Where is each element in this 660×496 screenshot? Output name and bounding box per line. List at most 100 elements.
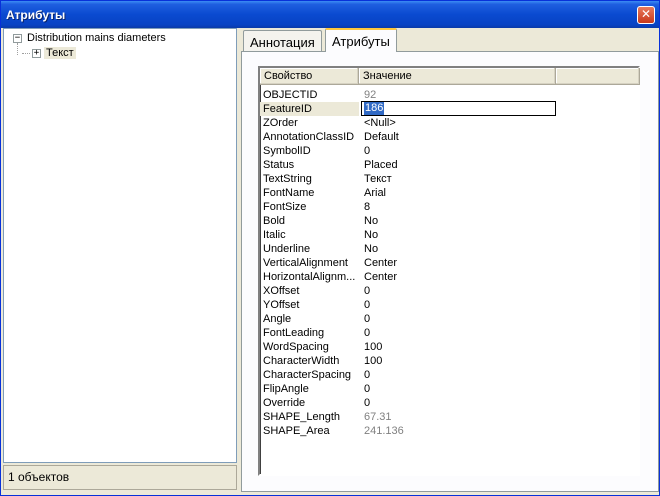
table-row[interactable]: CharacterSpacing 0: [260, 368, 640, 382]
attributes-panel: Свойство Значение OBJECTID 92 FeatureID 186…: [241, 51, 659, 492]
property-name: SHAPE_Area: [263, 425, 330, 437]
table-row[interactable]: Underline No: [260, 242, 640, 256]
property-value[interactable]: Default: [364, 130, 399, 144]
grid-header: Свойство Значение: [260, 68, 640, 85]
property-name: Italic: [263, 229, 286, 241]
property-name: Status: [263, 159, 295, 171]
column-header-value[interactable]: Значение: [359, 68, 556, 85]
property-value[interactable]: 8: [364, 200, 370, 214]
table-row[interactable]: AnnotationClassID Default: [260, 130, 640, 144]
table-row[interactable]: Status Placed: [260, 158, 640, 172]
property-value[interactable]: 241.136: [364, 424, 404, 438]
property-value[interactable]: 0: [364, 312, 370, 326]
property-value[interactable]: 0: [364, 396, 370, 410]
property-value[interactable]: No: [364, 242, 378, 256]
tab-container: Аннотация Атрибуты Свойство Значение OBJ…: [241, 28, 659, 492]
tree-item-label: Текст: [44, 47, 76, 59]
property-name: CharacterSpacing: [263, 369, 352, 381]
property-value[interactable]: 0: [364, 368, 370, 382]
collapse-icon[interactable]: −: [13, 34, 22, 43]
property-name: HorizontalAlignm...: [263, 271, 356, 283]
property-name: WordSpacing: [263, 341, 329, 353]
table-row[interactable]: FontSize 8: [260, 200, 640, 214]
table-row[interactable]: FontName Arial: [260, 186, 640, 200]
attributes-window: Атрибуты ✕ − Distribution mains diameter…: [0, 0, 660, 496]
property-value[interactable]: No: [364, 228, 378, 242]
feature-tree[interactable]: − Distribution mains diameters + Текст: [3, 28, 237, 463]
tree-item-text[interactable]: Текст: [44, 45, 76, 61]
table-row[interactable]: SHAPE_Area 241.136: [260, 424, 640, 438]
table-row[interactable]: SymbolID 0: [260, 144, 640, 158]
property-value[interactable]: Текст: [364, 172, 392, 186]
table-row[interactable]: WordSpacing 100: [260, 340, 640, 354]
property-value[interactable]: 0: [364, 382, 370, 396]
property-value[interactable]: 92: [364, 88, 376, 102]
property-name: FontName: [263, 187, 315, 199]
property-name: Override: [263, 397, 306, 409]
property-value[interactable]: 100: [364, 354, 382, 368]
property-name: YOffset: [263, 299, 300, 311]
table-row[interactable]: ZOrder <Null>: [260, 116, 640, 130]
close-icon: ✕: [640, 7, 652, 21]
property-value[interactable]: 0: [364, 298, 370, 312]
table-row[interactable]: FlipAngle 0: [260, 382, 640, 396]
tree-item-label: Distribution mains diameters: [27, 32, 166, 44]
property-name: FontSize: [263, 201, 307, 213]
property-value[interactable]: 0: [364, 284, 370, 298]
table-row[interactable]: Angle 0: [260, 312, 640, 326]
table-row[interactable]: CharacterWidth 100: [260, 354, 640, 368]
value-edit-field[interactable]: 186: [361, 101, 556, 116]
property-name: ZOrder: [263, 117, 298, 129]
property-value[interactable]: Placed: [364, 158, 398, 172]
object-count: 1 объектов: [8, 470, 70, 484]
tree-connector: [22, 53, 30, 54]
table-row[interactable]: Bold No: [260, 214, 640, 228]
property-value[interactable]: Center: [364, 270, 397, 284]
property-name: FeatureID: [263, 103, 312, 115]
property-name: FontLeading: [263, 327, 325, 339]
property-name: TextString: [263, 173, 312, 185]
table-row[interactable]: FontLeading 0: [260, 326, 640, 340]
attribute-grid[interactable]: Свойство Значение OBJECTID 92 FeatureID 186…: [258, 66, 640, 476]
table-row[interactable]: TextString Текст: [260, 172, 640, 186]
expand-icon[interactable]: +: [32, 49, 41, 58]
property-name: SymbolID: [263, 145, 311, 157]
table-row[interactable]: SHAPE_Length 67.31: [260, 410, 640, 424]
property-name: XOffset: [263, 285, 300, 297]
window-title: Атрибуты: [6, 8, 66, 22]
property-name: AnnotationClassID: [263, 131, 355, 143]
property-name: Underline: [263, 243, 311, 255]
table-row[interactable]: Override 0: [260, 396, 640, 410]
property-value[interactable]: No: [364, 214, 378, 228]
table-row[interactable]: VerticalAlignment Center: [260, 256, 640, 270]
table-row[interactable]: HorizontalAlignm... Center: [260, 270, 640, 284]
table-row[interactable]: XOffset 0: [260, 284, 640, 298]
property-value[interactable]: 0: [364, 326, 370, 340]
tab-attributes[interactable]: Атрибуты: [325, 28, 397, 52]
tree-item-layer[interactable]: Distribution mains diameters: [27, 30, 166, 46]
property-name: SHAPE_Length: [263, 411, 341, 423]
property-value[interactable]: 100: [364, 340, 382, 354]
tab-annotation[interactable]: Аннотация: [243, 30, 322, 52]
property-name: Angle: [263, 313, 292, 325]
column-header-filler: [556, 68, 640, 85]
property-name: VerticalAlignment: [263, 257, 348, 269]
table-row[interactable]: YOffset 0: [260, 298, 640, 312]
property-value[interactable]: Center: [364, 256, 397, 270]
table-row[interactable]: Italic No: [260, 228, 640, 242]
title-bar[interactable]: Атрибуты ✕: [1, 1, 659, 28]
table-row[interactable]: OBJECTID 92: [260, 88, 640, 102]
tree-connector: [17, 43, 18, 55]
property-value[interactable]: 0: [364, 144, 370, 158]
column-header-property[interactable]: Свойство: [260, 68, 359, 85]
property-value[interactable]: <Null>: [364, 116, 396, 130]
selected-value-text: 186: [364, 102, 385, 115]
close-button[interactable]: ✕: [637, 6, 655, 24]
table-row[interactable]: FeatureID 186: [260, 101, 640, 116]
property-name: Bold: [263, 215, 286, 227]
property-name: FlipAngle: [263, 383, 309, 395]
status-bar: 1 объектов: [3, 465, 237, 490]
property-name: OBJECTID: [263, 89, 318, 101]
property-value[interactable]: Arial: [364, 186, 386, 200]
property-value[interactable]: 67.31: [364, 410, 392, 424]
